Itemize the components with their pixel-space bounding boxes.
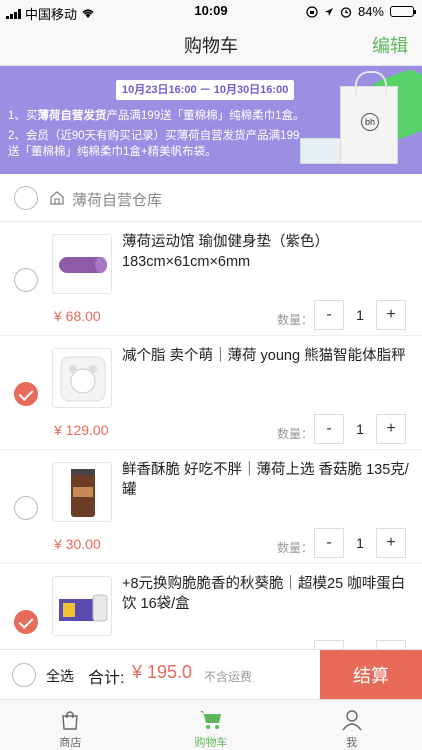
alarm-icon	[340, 6, 352, 18]
bag-icon	[62, 711, 79, 730]
warehouse-header: 薄荷自营仓库	[0, 174, 422, 222]
product-price: ¥ 129.00	[54, 422, 109, 438]
quantity-stepper: - 1 +	[314, 414, 406, 444]
product-name[interactable]: +8元换购脆脆香的秋葵脆｜超模25 咖啡蛋白饮 16袋/盒	[122, 574, 412, 614]
cart-item: 薄荷运动馆 瑜伽健身垫（紫色）183cm×61cm×6mm ¥ 68.00 数量…	[0, 222, 422, 336]
promo-text-1: 1、买薄荷自营发货产品满199送「董棉棉」纯棉柔巾1盒。	[8, 108, 308, 124]
product-image-scale[interactable]	[52, 348, 112, 408]
product-name[interactable]: 鲜香酥脆 好吃不胖｜薄荷上选 香菇脆 135克/罐	[122, 460, 412, 500]
warehouse-label: 薄荷自营仓库	[72, 192, 163, 209]
total-label: 合计:	[88, 670, 125, 687]
warehouse-icon	[50, 191, 64, 205]
promo-1-suffix: 产品满199送「董棉棉」纯棉柔巾1盒。	[106, 110, 305, 122]
checkout-bar: 全选 合计: ¥ 195.0 不含运费 结算	[0, 649, 422, 700]
quantity-stepper: - 1 +	[314, 300, 406, 330]
shipping-note: 不含运费	[204, 670, 253, 684]
product-name[interactable]: 减个脂 卖个萌｜薄荷 young 熊猫智能体脂秤	[122, 346, 412, 366]
decrease-button[interactable]: -	[314, 300, 344, 330]
tab-label: 我	[346, 737, 358, 749]
tab-cart[interactable]: 购物车	[141, 700, 282, 750]
select-all-label[interactable]: 全选	[46, 666, 74, 686]
item-select-radio[interactable]	[14, 268, 38, 292]
nav-bar: 购物车 编辑	[0, 22, 422, 66]
product-price: ¥ 30.00	[54, 536, 101, 552]
promo-date-range: 10月23日16:00 － 10月30日16:00	[116, 80, 295, 100]
quantity-label: 数量：	[277, 313, 314, 327]
bag-logo: bh	[361, 113, 379, 131]
item-select-radio[interactable]	[14, 496, 38, 520]
tote-bag-image: bh	[340, 71, 398, 164]
person-icon	[342, 710, 362, 731]
cart-item: 减个脂 卖个萌｜薄荷 young 熊猫智能体脂秤 ¥ 129.00 数量： - …	[0, 336, 422, 450]
promo-1-bold: 薄荷自营发货	[37, 110, 107, 122]
quantity-label: 数量：	[277, 427, 314, 441]
quantity-value: 1	[356, 421, 364, 437]
product-image-coffee-drink[interactable]	[52, 576, 112, 636]
quantity-value: 1	[356, 307, 364, 323]
orientation-lock-icon	[306, 5, 318, 18]
battery-percent: 84%	[357, 4, 384, 19]
product-image-mushroom-chips[interactable]	[52, 462, 112, 522]
tab-me[interactable]: 我	[281, 700, 422, 750]
quantity-value: 1	[356, 535, 364, 551]
cart-item: 鲜香酥脆 好吃不胖｜薄荷上选 香菇脆 135克/罐 ¥ 30.00 数量： - …	[0, 450, 422, 564]
location-icon	[324, 7, 333, 16]
increase-button[interactable]: +	[376, 414, 406, 444]
total-value: ¥ 195.0	[132, 662, 193, 682]
edit-button[interactable]: 编辑	[372, 32, 408, 58]
product-price: ¥ 68.00	[54, 308, 101, 324]
battery-icon	[390, 6, 416, 17]
product-name[interactable]: 薄荷运动馆 瑜伽健身垫（紫色）183cm×61cm×6mm	[122, 232, 412, 272]
warehouse-select-radio[interactable]	[14, 186, 38, 210]
increase-button[interactable]: +	[376, 300, 406, 330]
item-select-radio[interactable]	[14, 382, 38, 406]
cart-icon	[200, 711, 221, 729]
quantity-stepper: - 1 +	[314, 528, 406, 558]
tab-label: 购物车	[194, 737, 228, 749]
promo-text-2: 2、会员（近90天有购买记录）买薄荷自营发货产品满199送「董棉棉」纯棉柔巾1盒…	[8, 130, 300, 158]
page-title: 购物车	[184, 36, 238, 56]
increase-button[interactable]: +	[376, 528, 406, 558]
tab-bar: 商店 购物车 我	[0, 699, 422, 750]
promo-1-prefix: 1、买	[8, 110, 38, 122]
promo-banner[interactable]: 10月23日16:00 － 10月30日16:00 1、买薄荷自营发货产品满19…	[0, 66, 422, 174]
status-right: 84%	[306, 4, 416, 19]
tab-label: 商店	[59, 737, 82, 749]
tab-store[interactable]: 商店	[0, 700, 141, 750]
quantity-label: 数量：	[277, 541, 314, 555]
decrease-button[interactable]: -	[314, 528, 344, 558]
status-bar: 中国移动 10:09 84%	[0, 0, 422, 22]
item-select-radio[interactable]	[14, 610, 38, 634]
select-all-radio[interactable]	[12, 663, 36, 687]
checkout-button[interactable]: 结算	[320, 650, 422, 700]
product-image-yoga-mat[interactable]	[52, 234, 112, 294]
decrease-button[interactable]: -	[314, 414, 344, 444]
